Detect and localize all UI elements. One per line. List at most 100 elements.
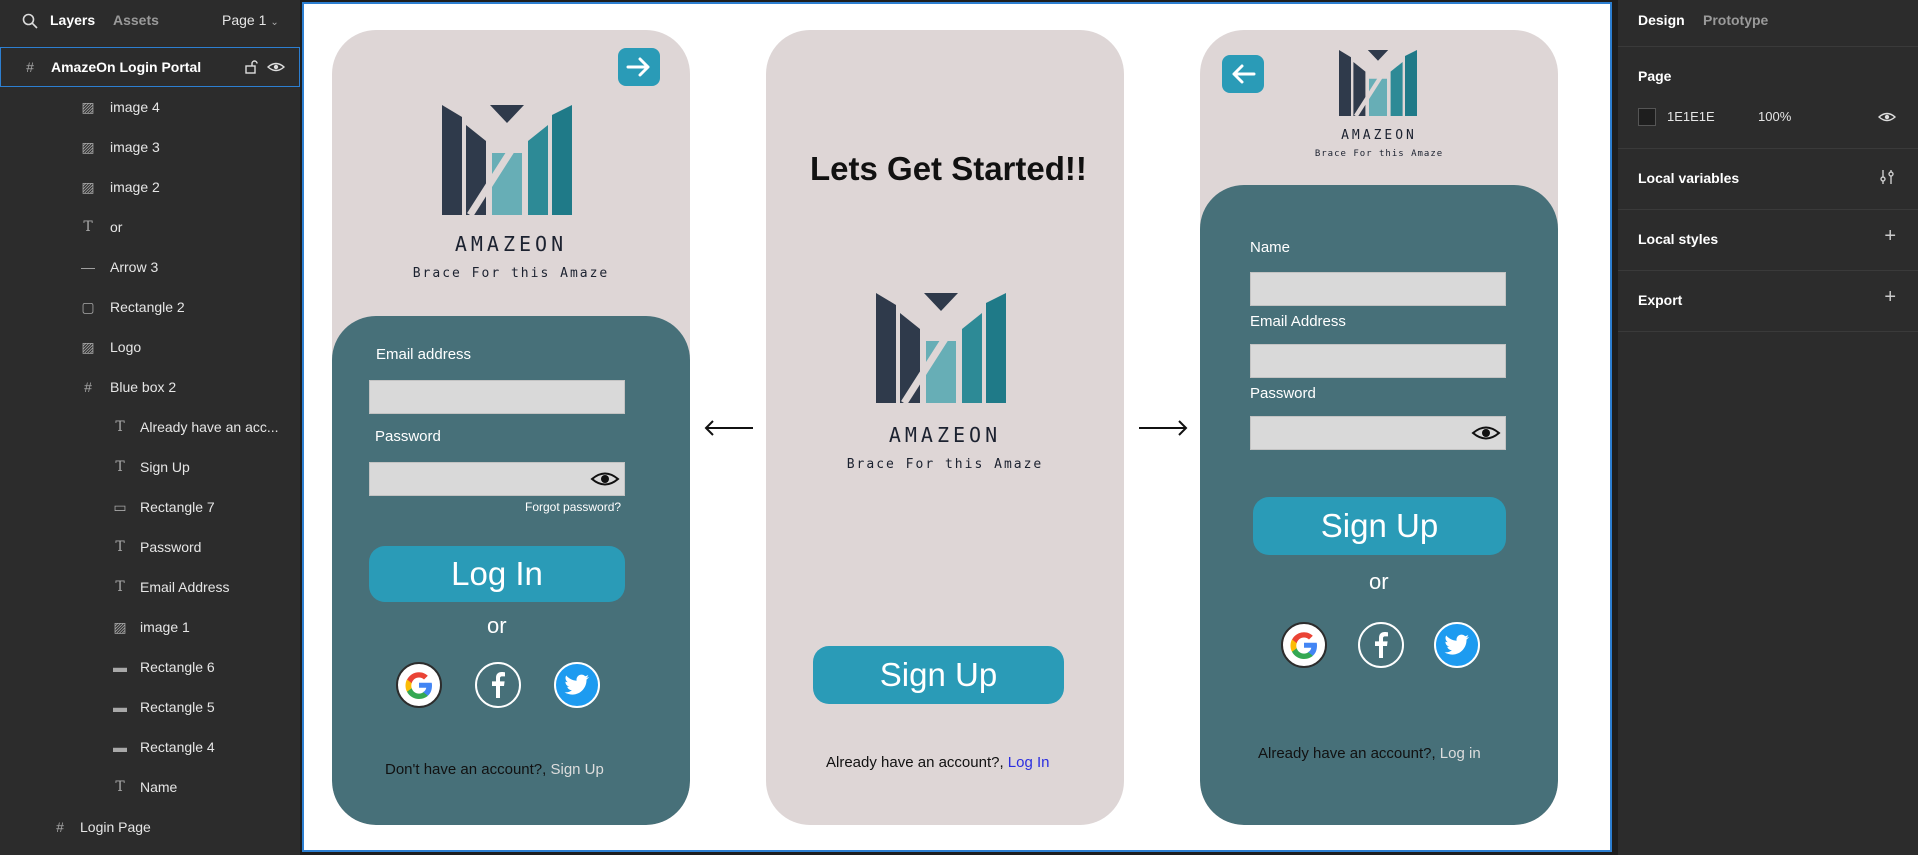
layer-row[interactable]: T Already have an acc... bbox=[0, 407, 300, 447]
image-icon: ▨ bbox=[81, 138, 95, 155]
layer-label: Name bbox=[140, 779, 178, 795]
twitter-signup-button[interactable] bbox=[1434, 622, 1480, 668]
twitter-login-button[interactable] bbox=[554, 662, 600, 708]
password-label: Password bbox=[375, 428, 441, 445]
layer-row[interactable]: # Blue box 2 bbox=[0, 367, 300, 407]
layer-row[interactable]: T Name bbox=[0, 767, 300, 807]
page-opacity-value[interactable]: 100% bbox=[1758, 109, 1791, 124]
password-field[interactable] bbox=[369, 462, 625, 496]
layer-row[interactable]: ▬ Rectangle 4 bbox=[0, 727, 300, 767]
amazeon-logo-icon bbox=[442, 105, 572, 215]
eye-icon[interactable] bbox=[267, 59, 285, 75]
layer-row[interactable]: ▭ Rectangle 7 bbox=[0, 487, 300, 527]
facebook-login-button[interactable] bbox=[475, 662, 521, 708]
local-styles-heading: Local styles bbox=[1638, 231, 1719, 247]
back-button[interactable] bbox=[1222, 55, 1264, 93]
layer-label: Arrow 3 bbox=[110, 259, 159, 275]
password-label: Password bbox=[1250, 385, 1316, 402]
layer-row[interactable]: T Password bbox=[0, 527, 300, 567]
facebook-signup-button[interactable] bbox=[1358, 622, 1404, 668]
email-field[interactable] bbox=[369, 380, 625, 414]
login-form-panel: Email address Password Forgot password? … bbox=[332, 316, 690, 825]
layer-label: Rectangle 4 bbox=[140, 739, 215, 755]
password-field[interactable] bbox=[1250, 416, 1506, 450]
layer-label: Login Page bbox=[80, 819, 151, 835]
text-icon: T bbox=[115, 779, 125, 795]
layer-label: Rectangle 7 bbox=[140, 499, 215, 515]
forgot-password-link[interactable]: Forgot password? bbox=[525, 500, 621, 514]
layer-label: image 4 bbox=[110, 99, 160, 115]
login-prompt: Already have an account?, Log in bbox=[1258, 745, 1481, 762]
layer-row[interactable]: ▨ image 1 bbox=[0, 607, 300, 647]
selected-frame[interactable]: AMAZEON Brace For this Amaze Email addre… bbox=[302, 2, 1612, 852]
signup-button[interactable]: Sign Up bbox=[1253, 497, 1506, 555]
layer-row[interactable]: ▢ Rectangle 2 bbox=[0, 287, 300, 327]
rectangle-icon: ▢ bbox=[81, 298, 95, 315]
start-screen[interactable]: Lets Get Started!! AMAZEON Brace For thi… bbox=[766, 30, 1124, 825]
layer-row[interactable]: ▬ Rectangle 6 bbox=[0, 647, 300, 687]
image-icon: ▨ bbox=[81, 98, 95, 115]
tab-layers[interactable]: Layers bbox=[50, 12, 95, 28]
page-selector[interactable]: Page 1 ⌄ bbox=[222, 12, 279, 28]
email-field[interactable] bbox=[1250, 344, 1506, 378]
google-icon bbox=[405, 672, 432, 699]
signup-screen[interactable]: AMAZEON Brace For this Amaze Name Email … bbox=[1200, 30, 1558, 825]
chevron-down-icon: ⌄ bbox=[270, 17, 279, 28]
page-heading: Page bbox=[1638, 68, 1672, 84]
design-canvas[interactable]: AMAZEON Brace For this Amaze Email addre… bbox=[300, 0, 1614, 855]
tab-design[interactable]: Design bbox=[1638, 12, 1685, 28]
login-prompt-text: Already have an account?, bbox=[826, 754, 1004, 771]
layer-row[interactable]: # Login Page bbox=[0, 807, 300, 847]
frame-icon: # bbox=[56, 819, 64, 835]
page-color-value[interactable]: 1E1E1E bbox=[1667, 109, 1715, 124]
start-headline: Lets Get Started!! bbox=[810, 150, 1087, 187]
layer-label: Rectangle 6 bbox=[140, 659, 215, 675]
google-login-button[interactable] bbox=[396, 662, 442, 708]
login-link[interactable]: Log in bbox=[1440, 745, 1481, 762]
text-icon: T bbox=[115, 419, 125, 435]
add-style-plus-icon[interactable]: + bbox=[1884, 225, 1896, 248]
variables-settings-icon[interactable] bbox=[1878, 168, 1896, 186]
layer-label: Email Address bbox=[140, 579, 230, 595]
layer-row[interactable]: — Arrow 3 bbox=[0, 247, 300, 287]
or-divider-text: or bbox=[487, 613, 507, 638]
layer-row[interactable]: ▨ image 2 bbox=[0, 167, 300, 207]
google-signup-button[interactable] bbox=[1281, 622, 1327, 668]
tab-assets[interactable]: Assets bbox=[113, 12, 159, 28]
name-field[interactable] bbox=[1250, 272, 1506, 306]
design-panel: Design Prototype Page 1E1E1E 100% Local … bbox=[1618, 0, 1918, 855]
amazeon-logo-icon bbox=[876, 293, 1006, 403]
logo-tagline: Brace For this Amaze bbox=[1314, 149, 1444, 159]
page-color-swatch[interactable] bbox=[1638, 108, 1656, 126]
eye-icon[interactable] bbox=[1878, 110, 1896, 124]
layer-row[interactable]: ▨ image 4 bbox=[0, 87, 300, 127]
tab-prototype[interactable]: Prototype bbox=[1703, 12, 1768, 28]
arrow-left-icon bbox=[1232, 64, 1256, 84]
layer-row[interactable]: ▨ image 3 bbox=[0, 127, 300, 167]
text-icon: T bbox=[115, 459, 125, 475]
add-export-plus-icon[interactable]: + bbox=[1884, 286, 1896, 309]
login-button[interactable]: Log In bbox=[369, 546, 625, 602]
rectangle-icon: ▬ bbox=[113, 739, 127, 755]
signup-link[interactable]: Sign Up bbox=[550, 761, 603, 778]
signup-button[interactable]: Sign Up bbox=[813, 646, 1064, 704]
unlock-icon[interactable] bbox=[243, 59, 259, 75]
layer-row-amazeon-login-portal[interactable]: # AmazeOn Login Portal bbox=[0, 47, 300, 87]
search-icon[interactable] bbox=[21, 12, 39, 30]
amazeon-logo-icon bbox=[1339, 50, 1417, 116]
layer-row[interactable]: T Email Address bbox=[0, 567, 300, 607]
layer-row[interactable]: T Sign Up bbox=[0, 447, 300, 487]
show-password-eye-icon[interactable] bbox=[590, 470, 620, 488]
layer-row[interactable]: ▨ Logo bbox=[0, 327, 300, 367]
login-screen[interactable]: AMAZEON Brace For this Amaze Email addre… bbox=[332, 30, 690, 825]
show-password-eye-icon[interactable] bbox=[1471, 424, 1501, 442]
layer-row[interactable]: T or bbox=[0, 207, 300, 247]
divider bbox=[1618, 331, 1918, 332]
layer-row[interactable]: ▬ Rectangle 5 bbox=[0, 687, 300, 727]
login-link[interactable]: Log In bbox=[1008, 754, 1050, 771]
next-button[interactable] bbox=[618, 48, 660, 86]
local-variables-heading: Local variables bbox=[1638, 170, 1740, 186]
rectangle-icon: ▬ bbox=[113, 659, 127, 675]
layer-label: Rectangle 5 bbox=[140, 699, 215, 715]
divider bbox=[1618, 46, 1918, 47]
